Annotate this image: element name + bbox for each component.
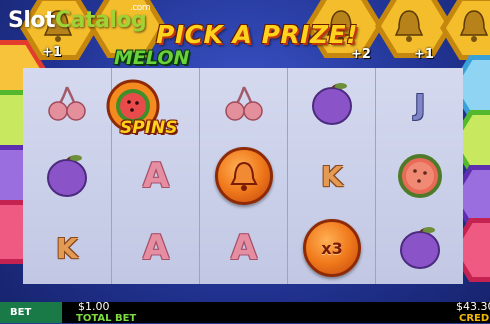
letter-k: K	[321, 159, 343, 193]
bell-coin	[215, 147, 273, 205]
letter-k: K	[56, 231, 78, 265]
spins-label: SPINS	[120, 118, 178, 138]
reel-4: K x3	[287, 68, 375, 284]
game-background: +1 +2 +1 SlotCatalog .com PICK A PRIZE!	[0, 0, 490, 323]
cherry-icon	[48, 86, 86, 121]
letter-j: J	[414, 87, 426, 121]
symbol-j: J	[376, 68, 464, 140]
pick-a-prize-title: PICK A PRIZE!	[156, 20, 359, 49]
letter-a: A	[142, 228, 170, 268]
total-bet-label: TOTAL BET	[76, 313, 137, 324]
symbol-a: A	[112, 140, 200, 212]
symbol-bell-coin	[200, 140, 288, 212]
multiplier-coin: x3	[303, 219, 361, 277]
prize-badge-top-right-a: +2	[351, 47, 371, 62]
multiplier-label: x3	[321, 238, 343, 258]
symbol-a: A	[200, 212, 288, 284]
melon-icon	[398, 154, 442, 198]
symbol-plum	[288, 68, 376, 140]
letter-a: A	[230, 228, 258, 268]
bell-icon	[459, 10, 489, 42]
prize-badge-top-right-b: +1	[414, 47, 434, 62]
bell-icon	[394, 10, 424, 42]
reel-3: A	[199, 68, 287, 284]
letter-a: A	[142, 156, 170, 196]
reel-grid: K A A A K x3 J	[23, 68, 463, 284]
symbol-k: K	[23, 212, 111, 284]
bell-icon	[230, 161, 258, 191]
melon-logo-text: MELON	[114, 47, 190, 69]
total-bet-value: $1.00	[78, 300, 110, 313]
plum-icon	[312, 83, 352, 125]
slotcatalog-watermark: SlotCatalog .com	[8, 3, 151, 33]
credit-value: $43.30	[456, 300, 490, 313]
plum-icon	[400, 227, 440, 269]
symbol-cherry	[200, 68, 288, 140]
symbol-a: A	[112, 212, 200, 284]
prize-badge-top-left: +1	[42, 45, 62, 60]
symbol-plum	[376, 212, 464, 284]
symbol-plum	[23, 140, 111, 212]
cherry-icon	[225, 86, 263, 121]
reel-5: J	[375, 68, 463, 284]
footer-bar: BET $1.00 TOTAL BET $43.30 CREDIT	[0, 300, 490, 324]
plum-icon	[47, 155, 87, 197]
bet-button[interactable]: BET	[0, 302, 62, 323]
symbol-melon	[376, 140, 464, 212]
symbol-k: K	[288, 140, 376, 212]
credit-label: CREDIT	[459, 313, 490, 324]
symbol-multiplier: x3	[288, 212, 376, 284]
